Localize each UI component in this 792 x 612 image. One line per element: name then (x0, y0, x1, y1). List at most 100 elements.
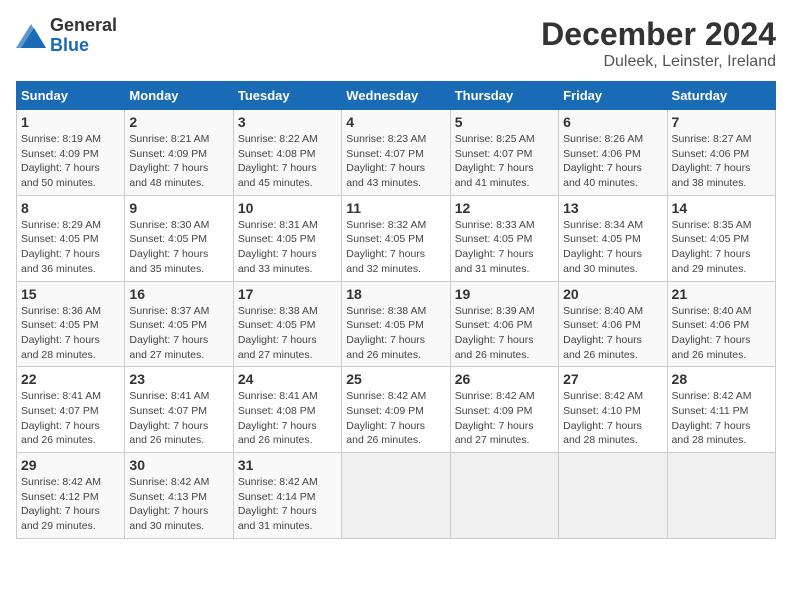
day-info: Sunrise: 8:36 AM Sunset: 4:05 PM Dayligh… (21, 304, 120, 363)
day-info: Sunrise: 8:27 AM Sunset: 4:06 PM Dayligh… (672, 132, 771, 191)
calendar-cell: 27Sunrise: 8:42 AM Sunset: 4:10 PM Dayli… (559, 367, 667, 453)
header-row: SundayMondayTuesdayWednesdayThursdayFrid… (17, 82, 776, 110)
day-info: Sunrise: 8:42 AM Sunset: 4:14 PM Dayligh… (238, 475, 337, 534)
header-cell-saturday: Saturday (667, 82, 775, 110)
day-info: Sunrise: 8:23 AM Sunset: 4:07 PM Dayligh… (346, 132, 445, 191)
day-number: 19 (455, 286, 554, 302)
page-title: December 2024 (541, 16, 776, 53)
week-row-1: 1Sunrise: 8:19 AM Sunset: 4:09 PM Daylig… (17, 110, 776, 196)
logo-general: General (50, 15, 117, 35)
calendar-cell: 13 Sunrise: 8:34 AM Sunset: 4:05 PM Dayli… (559, 195, 667, 281)
calendar-table: SundayMondayTuesdayWednesdayThursdayFrid… (16, 81, 776, 539)
header-cell-sunday: Sunday (17, 82, 125, 110)
day-info: Sunrise: 8:22 AM Sunset: 4:08 PM Dayligh… (238, 132, 337, 191)
calendar-cell: 29Sunrise: 8:42 AM Sunset: 4:12 PM Dayli… (17, 453, 125, 539)
calendar-cell: 2 Sunrise: 8:21 AM Sunset: 4:09 PM Daylig… (125, 110, 233, 196)
calendar-cell: 3 Sunrise: 8:22 AM Sunset: 4:08 PM Daylig… (233, 110, 341, 196)
day-info: Sunrise: 8:38 AM Sunset: 4:05 PM Dayligh… (238, 304, 337, 363)
day-info: Sunrise: 8:38 AM Sunset: 4:05 PM Dayligh… (346, 304, 445, 363)
day-number: 26 (455, 371, 554, 387)
day-number: 17 (238, 286, 337, 302)
day-info: Sunrise: 8:25 AM Sunset: 4:07 PM Dayligh… (455, 132, 554, 191)
title-area: December 2024 Duleek, Leinster, Ireland (541, 16, 776, 71)
day-info: Sunrise: 8:34 AM Sunset: 4:05 PM Dayligh… (563, 218, 662, 277)
calendar-cell: 28Sunrise: 8:42 AM Sunset: 4:11 PM Dayli… (667, 367, 775, 453)
calendar-cell: 26Sunrise: 8:42 AM Sunset: 4:09 PM Dayli… (450, 367, 558, 453)
header-cell-wednesday: Wednesday (342, 82, 450, 110)
day-number: 14 (672, 200, 771, 216)
day-number: 15 (21, 286, 120, 302)
day-number: 31 (238, 457, 337, 473)
header-cell-friday: Friday (559, 82, 667, 110)
day-info: Sunrise: 8:42 AM Sunset: 4:12 PM Dayligh… (21, 475, 120, 534)
calendar-cell (450, 453, 558, 539)
week-row-3: 15 Sunrise: 8:36 AM Sunset: 4:05 PM Dayli… (17, 281, 776, 367)
day-number: 20 (563, 286, 662, 302)
day-number: 6 (563, 114, 662, 130)
day-info: Sunrise: 8:26 AM Sunset: 4:06 PM Dayligh… (563, 132, 662, 191)
day-number: 2 (129, 114, 228, 130)
calendar-cell: 15 Sunrise: 8:36 AM Sunset: 4:05 PM Dayli… (17, 281, 125, 367)
day-info: Sunrise: 8:37 AM Sunset: 4:05 PM Dayligh… (129, 304, 228, 363)
day-info: Sunrise: 8:21 AM Sunset: 4:09 PM Dayligh… (129, 132, 228, 191)
calendar-cell: 1Sunrise: 8:19 AM Sunset: 4:09 PM Daylig… (17, 110, 125, 196)
day-number: 16 (129, 286, 228, 302)
calendar-cell: 10Sunrise: 8:31 AM Sunset: 4:05 PM Dayli… (233, 195, 341, 281)
day-info: Sunrise: 8:41 AM Sunset: 4:07 PM Dayligh… (21, 389, 120, 448)
day-info: Sunrise: 8:41 AM Sunset: 4:08 PM Dayligh… (238, 389, 337, 448)
week-row-2: 8Sunrise: 8:29 AM Sunset: 4:05 PM Daylig… (17, 195, 776, 281)
header-cell-monday: Monday (125, 82, 233, 110)
calendar-cell: 11Sunrise: 8:32 AM Sunset: 4:05 PM Dayli… (342, 195, 450, 281)
calendar-cell: 31 Sunrise: 8:42 AM Sunset: 4:14 PM Dayli… (233, 453, 341, 539)
calendar-cell: 7 Sunrise: 8:27 AM Sunset: 4:06 PM Daylig… (667, 110, 775, 196)
day-info: Sunrise: 8:41 AM Sunset: 4:07 PM Dayligh… (129, 389, 228, 448)
calendar-cell: 8Sunrise: 8:29 AM Sunset: 4:05 PM Daylig… (17, 195, 125, 281)
day-info: Sunrise: 8:42 AM Sunset: 4:09 PM Dayligh… (346, 389, 445, 448)
week-row-5: 29Sunrise: 8:42 AM Sunset: 4:12 PM Dayli… (17, 453, 776, 539)
calendar-cell: 9 Sunrise: 8:30 AM Sunset: 4:05 PM Daylig… (125, 195, 233, 281)
day-info: Sunrise: 8:42 AM Sunset: 4:13 PM Dayligh… (129, 475, 228, 534)
calendar-cell: 14 Sunrise: 8:35 AM Sunset: 4:05 PM Dayli… (667, 195, 775, 281)
day-number: 23 (129, 371, 228, 387)
day-info: Sunrise: 8:33 AM Sunset: 4:05 PM Dayligh… (455, 218, 554, 277)
day-number: 30 (129, 457, 228, 473)
calendar-cell: 24Sunrise: 8:41 AM Sunset: 4:08 PM Dayli… (233, 367, 341, 453)
day-number: 8 (21, 200, 120, 216)
calendar-cell: 6 Sunrise: 8:26 AM Sunset: 4:06 PM Daylig… (559, 110, 667, 196)
header-cell-tuesday: Tuesday (233, 82, 341, 110)
calendar-cell: 17 Sunrise: 8:38 AM Sunset: 4:05 PM Dayli… (233, 281, 341, 367)
calendar-cell: 30 Sunrise: 8:42 AM Sunset: 4:13 PM Dayli… (125, 453, 233, 539)
day-number: 18 (346, 286, 445, 302)
calendar-header: SundayMondayTuesdayWednesdayThursdayFrid… (17, 82, 776, 110)
day-number: 9 (129, 200, 228, 216)
calendar-cell: 4Sunrise: 8:23 AM Sunset: 4:07 PM Daylig… (342, 110, 450, 196)
day-number: 5 (455, 114, 554, 130)
day-info: Sunrise: 8:35 AM Sunset: 4:05 PM Dayligh… (672, 218, 771, 277)
day-number: 10 (238, 200, 337, 216)
calendar-cell (342, 453, 450, 539)
header: General Blue December 2024 Duleek, Leins… (16, 16, 776, 71)
logo-icon (16, 24, 46, 48)
calendar-body: 1Sunrise: 8:19 AM Sunset: 4:09 PM Daylig… (17, 110, 776, 539)
calendar-cell: 18 Sunrise: 8:38 AM Sunset: 4:05 PM Dayli… (342, 281, 450, 367)
logo-blue: Blue (50, 35, 89, 55)
page-subtitle: Duleek, Leinster, Ireland (541, 53, 776, 71)
logo-text: General Blue (50, 16, 117, 56)
day-info: Sunrise: 8:40 AM Sunset: 4:06 PM Dayligh… (672, 304, 771, 363)
day-info: Sunrise: 8:39 AM Sunset: 4:06 PM Dayligh… (455, 304, 554, 363)
header-cell-thursday: Thursday (450, 82, 558, 110)
day-number: 7 (672, 114, 771, 130)
calendar-cell: 20Sunrise: 8:40 AM Sunset: 4:06 PM Dayli… (559, 281, 667, 367)
day-info: Sunrise: 8:32 AM Sunset: 4:05 PM Dayligh… (346, 218, 445, 277)
day-number: 22 (21, 371, 120, 387)
calendar-cell: 25 Sunrise: 8:42 AM Sunset: 4:09 PM Dayli… (342, 367, 450, 453)
day-number: 27 (563, 371, 662, 387)
day-number: 13 (563, 200, 662, 216)
calendar-cell: 16 Sunrise: 8:37 AM Sunset: 4:05 PM Dayli… (125, 281, 233, 367)
day-number: 25 (346, 371, 445, 387)
day-number: 3 (238, 114, 337, 130)
week-row-4: 22 Sunrise: 8:41 AM Sunset: 4:07 PM Dayli… (17, 367, 776, 453)
day-number: 28 (672, 371, 771, 387)
day-number: 21 (672, 286, 771, 302)
day-info: Sunrise: 8:30 AM Sunset: 4:05 PM Dayligh… (129, 218, 228, 277)
